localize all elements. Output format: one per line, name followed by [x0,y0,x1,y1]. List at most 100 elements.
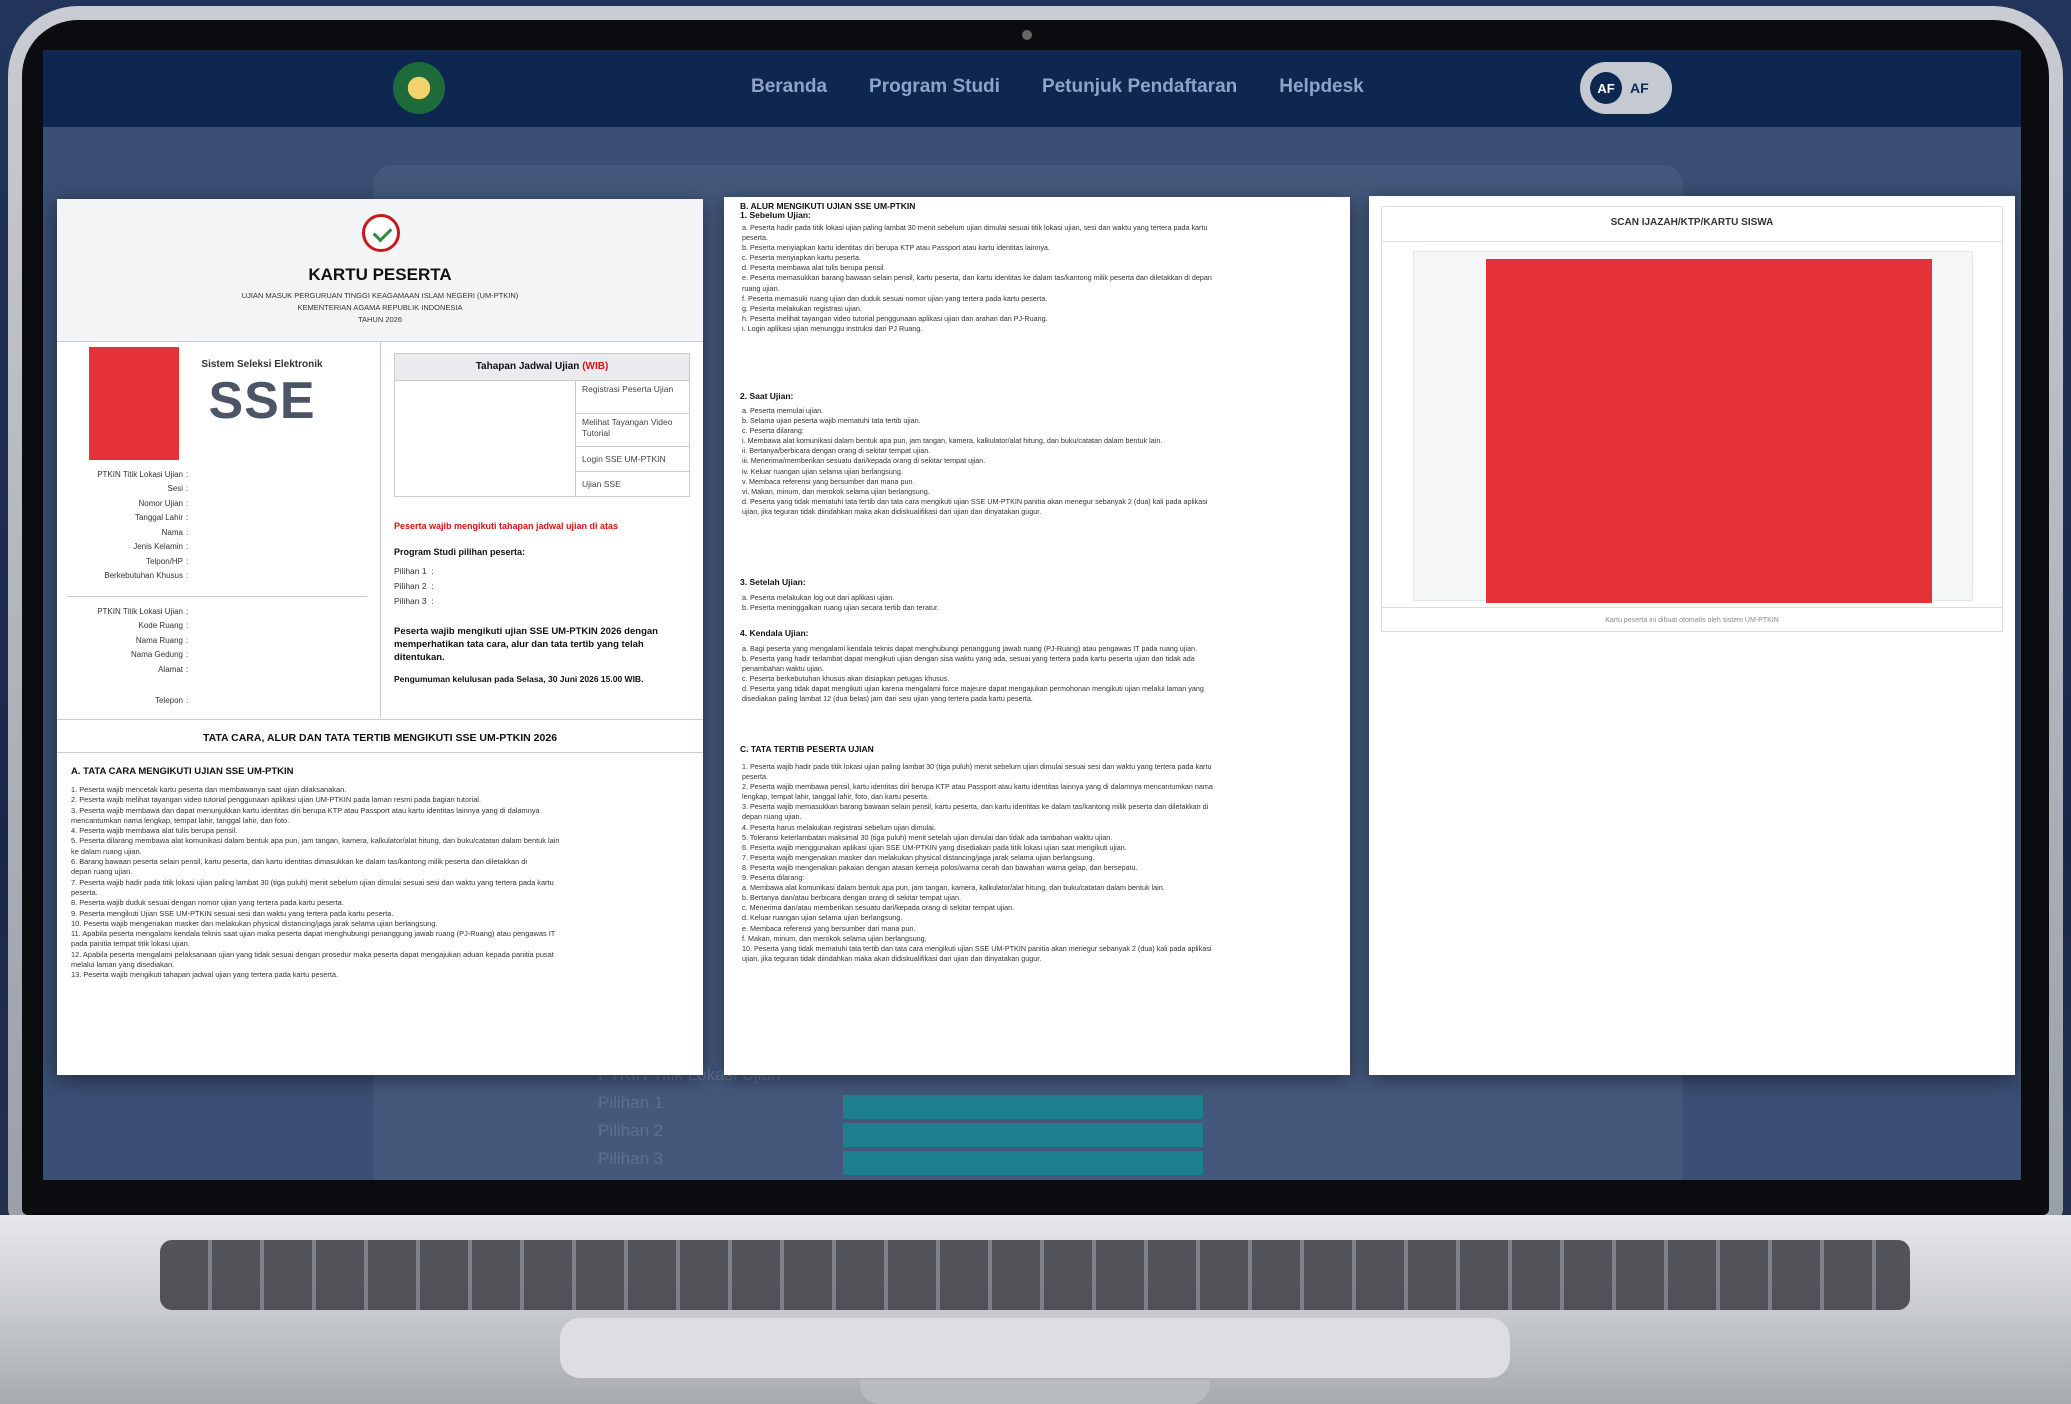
trackpad [560,1318,1510,1378]
exam-schedule-table: Tahapan Jadwal Ujian (WIB) Registrasi Pe… [394,353,690,497]
schedule-header: Tahapan Jadwal Ujian (WIB) [394,353,690,381]
list-item: 10. Peserta wajib mengenakan masker dan … [71,918,438,928]
announcement: Pengumuman kelulusan pada Selasa, 30 Jun… [394,674,644,684]
keyboard [160,1240,1910,1310]
list-item: 12. Apabila peserta mengalami pelaksanaa… [71,949,554,959]
list-item: a. Peserta memulai ujian. [742,406,824,415]
site-navbar: Beranda Program Studi Petunjuk Pendaftar… [43,50,2021,127]
list-item: ujian, jika teguran tidak diindahkan mak… [742,506,1042,516]
card-subtitle-3: TAHUN 2026 [357,315,403,324]
list-item: 3. Peserta wajib membawa dan dapat menun… [71,805,540,815]
field-row: Sesi: [167,484,189,494]
field-row: Nomor Ujian: [138,498,189,508]
divider [1382,607,2002,608]
schedule-step: Melihat Tayangan Video Tutorial [576,414,689,447]
b2-title: 2. Saat Ujian: [740,391,794,401]
scan-document-page: SCAN IJAZAH/KTP/KARTU SISWA Kartu pesert… [1369,196,2015,1075]
field-row: Nama Gedung: [130,650,189,660]
participant-photo [89,347,179,460]
webcam [1022,30,1032,40]
list-item: e. Membaca referensi yang bersumber dari… [742,923,916,933]
ministry-logo[interactable] [393,62,445,114]
list-item: 6. Peserta wajib menggunakan aplikasi uj… [742,842,1127,852]
participant-card-page: KARTU PESERTA UJIAN MASUK PERGURUAN TING… [57,199,703,1075]
list-item: b. Peserta menyiapkan kartu identitas di… [742,243,1050,253]
list-item: ii. Bertanya/berbicara dengan orang di s… [742,446,931,456]
list-item: e. Peserta memasukkan barang bawaan sela… [742,273,1212,283]
list-item: h. Peserta melihat tayangan video tutori… [742,313,1048,323]
program-choice-title: Program Studi pilihan peserta: [394,547,526,557]
section-c-list: 1. Peserta wajib hadir pada titik lokasi… [742,762,1342,964]
rules-title: TATA CARA, ALUR DAN TATA TERTIB MENGIKUT… [202,732,558,744]
b1-list: a. Peserta hadir pada titik lokasi ujian… [742,223,1342,334]
list-item: peserta. [71,887,98,897]
scan-image [1486,259,1932,603]
nav-program-studi[interactable]: Program Studi [869,76,1000,98]
list-item: penambahan waktu ujian. [742,664,824,674]
laptop-opening-notch [860,1380,1210,1404]
schedule-step: Ujian SSE [582,479,621,489]
list-item: 4. Peserta wajib membawa alat tulis beru… [71,826,238,836]
bg-field-pilihan-1 [843,1095,1203,1119]
nav-links: Beranda Program Studi Petunjuk Pendaftar… [751,76,1364,98]
bg-label-pilihan-1: Pilihan 1 [598,1093,664,1112]
list-item: 7. Peserta wajib mengenakan masker dan m… [742,852,1095,862]
list-item: 5. Toleransi keterlambatan maksimal 30 (… [742,832,1113,842]
b3-title: 3. Setelah Ujian: [740,577,806,587]
nav-helpdesk[interactable]: Helpdesk [1279,76,1363,98]
list-item: 13. Peserta wajib mengikuti tahapan jadw… [71,970,339,980]
schedule-steps: Registrasi Peserta Ujian Melihat Tayanga… [576,381,689,496]
scan-frame: SCAN IJAZAH/KTP/KARTU SISWA Kartu pesert… [1381,206,2003,632]
field-row: Telepon: [154,695,189,705]
list-item: 2. Peserta wajib melihat tayangan video … [71,795,482,805]
nav-beranda[interactable]: Beranda [751,76,827,98]
schedule-body: Registrasi Peserta Ujian Melihat Tayanga… [394,381,690,497]
list-item: ujian, jika teguran tidak diindahkan mak… [742,953,1042,963]
field-row: Berkebutuhan Khusus: [104,571,189,581]
divider [67,596,367,597]
list-item: g. Peserta melakukan registrasi ujian. [742,303,862,313]
list-item: i. Membawa alat komunikasi dalam bentuk … [742,436,1163,446]
list-item: 8. Peserta wajib duduk sesuai dengan nom… [71,898,344,908]
list-item: v. Membaca referensi yang bersumber dari… [742,476,915,486]
list-item: 10. Peserta yang tidak mematuhi tata ter… [742,943,1212,953]
list-item: a. Bagi peserta yang mengalami kendala t… [742,644,1197,653]
card-title: KARTU PESERTA [308,265,452,284]
list-item: vi. Makan, minum, dan merokok selama uji… [742,486,930,496]
list-item: b. Bertanya dan/atau berbicara dengan or… [742,893,961,903]
avatar: AF [1590,72,1622,104]
field-row: Jenis Kelamin: [133,542,189,552]
card-subtitle-1: UJIAN MASUK PERGURUAN TINGGI KEAGAMAAN I… [241,291,519,300]
list-item: b. Peserta yang hadir terlambat dapat me… [742,654,1195,664]
list-item: c. Peserta berkebutuhan khusus akan disi… [742,674,950,684]
bg-field-pilihan-2 [843,1123,1203,1147]
list-item: ruang ujian. [742,283,780,293]
rules-page: B. ALUR MENGIKUTI UJIAN SSE UM-PTKIN 1. … [724,197,1350,1075]
list-item: i. Login aplikasi ujian menunggu instruk… [742,323,923,333]
list-item: d. Peserta yang tidak mematuhi tata tert… [742,496,1208,506]
nav-petunjuk-pendaftaran[interactable]: Petunjuk Pendaftaran [1042,76,1237,98]
user-menu[interactable]: AF AF [1580,62,1672,114]
list-item: ke dalam ruang ujian. [71,846,142,856]
choice-1: Pilihan 1 : [394,566,434,576]
list-item: a. Peserta hadir pada titik lokasi ujian… [742,223,1208,232]
card-subtitle-2: KEMENTERIAN AGAMA REPUBLIK INDONESIA [297,303,463,312]
sse-system-label: Sistem Seleksi Elektronik [201,359,323,370]
field-row: Nama: [161,527,189,537]
b4-title: 4. Kendala Ujian: [740,628,809,638]
list-item: 1. Peserta wajib hadir pada titik lokasi… [742,762,1212,771]
scan-caption: Kartu peserta ini dibuat otomatis oleh s… [1605,617,1779,624]
list-item: c. Menerima dan/atau memberikan sesuatu … [742,903,1015,913]
umptkin-emblem-icon [362,214,400,252]
list-item: lengkap, tempat lahir, tanggal lahir, fo… [742,792,929,802]
list-item: 7. Peserta wajib hadir pada titik lokasi… [71,877,554,887]
list-item: depan ruang ujian. [742,812,802,822]
divider [57,719,703,720]
list-item: f. Peserta memasuki ruang ujian dan dudu… [742,293,1048,303]
list-item: peserta. [742,772,768,782]
list-item: peserta. [742,233,768,243]
phone-field: Telepon: [63,693,288,708]
b1-title: 1. Sebelum Ujian: [740,210,811,220]
column-divider [380,341,381,718]
list-item: d. Keluar ruangan ujian selama ujian ber… [742,913,903,923]
